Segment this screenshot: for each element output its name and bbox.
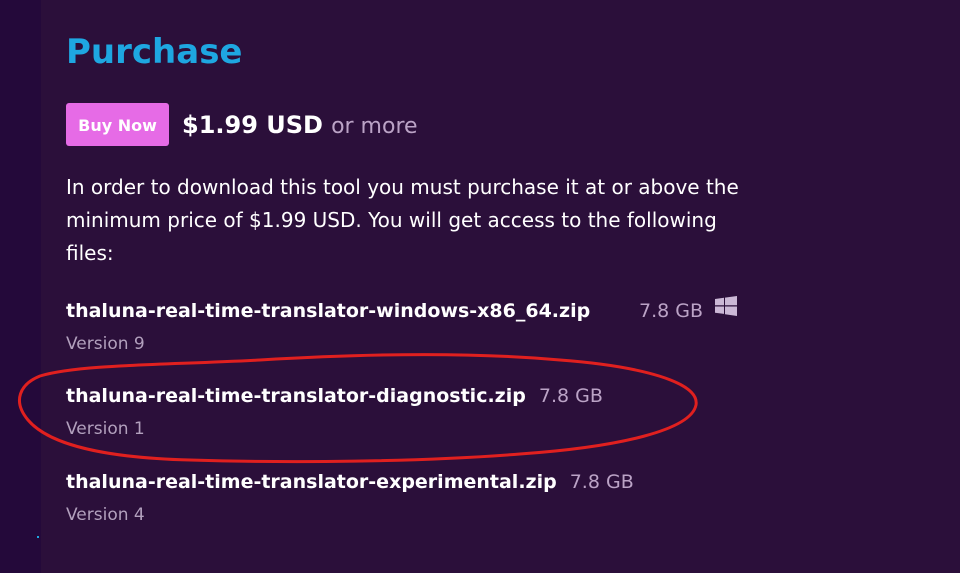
file-size: 7.8 GB — [569, 471, 634, 493]
file-row-experimental: thaluna-real-time-translator-experimenta… — [66, 466, 634, 527]
price-suffix: or more — [331, 114, 418, 139]
price-value: $1.99 USD — [182, 111, 323, 139]
purchase-title: Purchase — [66, 32, 243, 72]
price-line: $1.99 USD or more — [182, 107, 418, 146]
file-size: 7.8 GB — [538, 385, 603, 407]
left-accent-dot — [37, 536, 39, 538]
file-name: thaluna-real-time-translator-experimenta… — [66, 471, 557, 493]
file-size: 7.8 GB — [639, 300, 704, 322]
file-row-diagnostic: thaluna-real-time-translator-diagnostic.… — [66, 380, 603, 441]
file-row-windows: thaluna-real-time-translator-windows-x86… — [66, 295, 738, 356]
left-strip — [0, 0, 41, 573]
file-name: thaluna-real-time-translator-windows-x86… — [66, 300, 591, 322]
file-version: Version 1 — [66, 419, 145, 439]
purchase-description: In order to download this tool you must … — [66, 175, 739, 265]
file-version: Version 9 — [66, 334, 145, 354]
buy-now-button[interactable]: Buy Now — [66, 103, 169, 146]
windows-icon — [715, 296, 738, 316]
file-name: thaluna-real-time-translator-diagnostic.… — [66, 385, 526, 407]
file-version: Version 4 — [66, 505, 145, 525]
